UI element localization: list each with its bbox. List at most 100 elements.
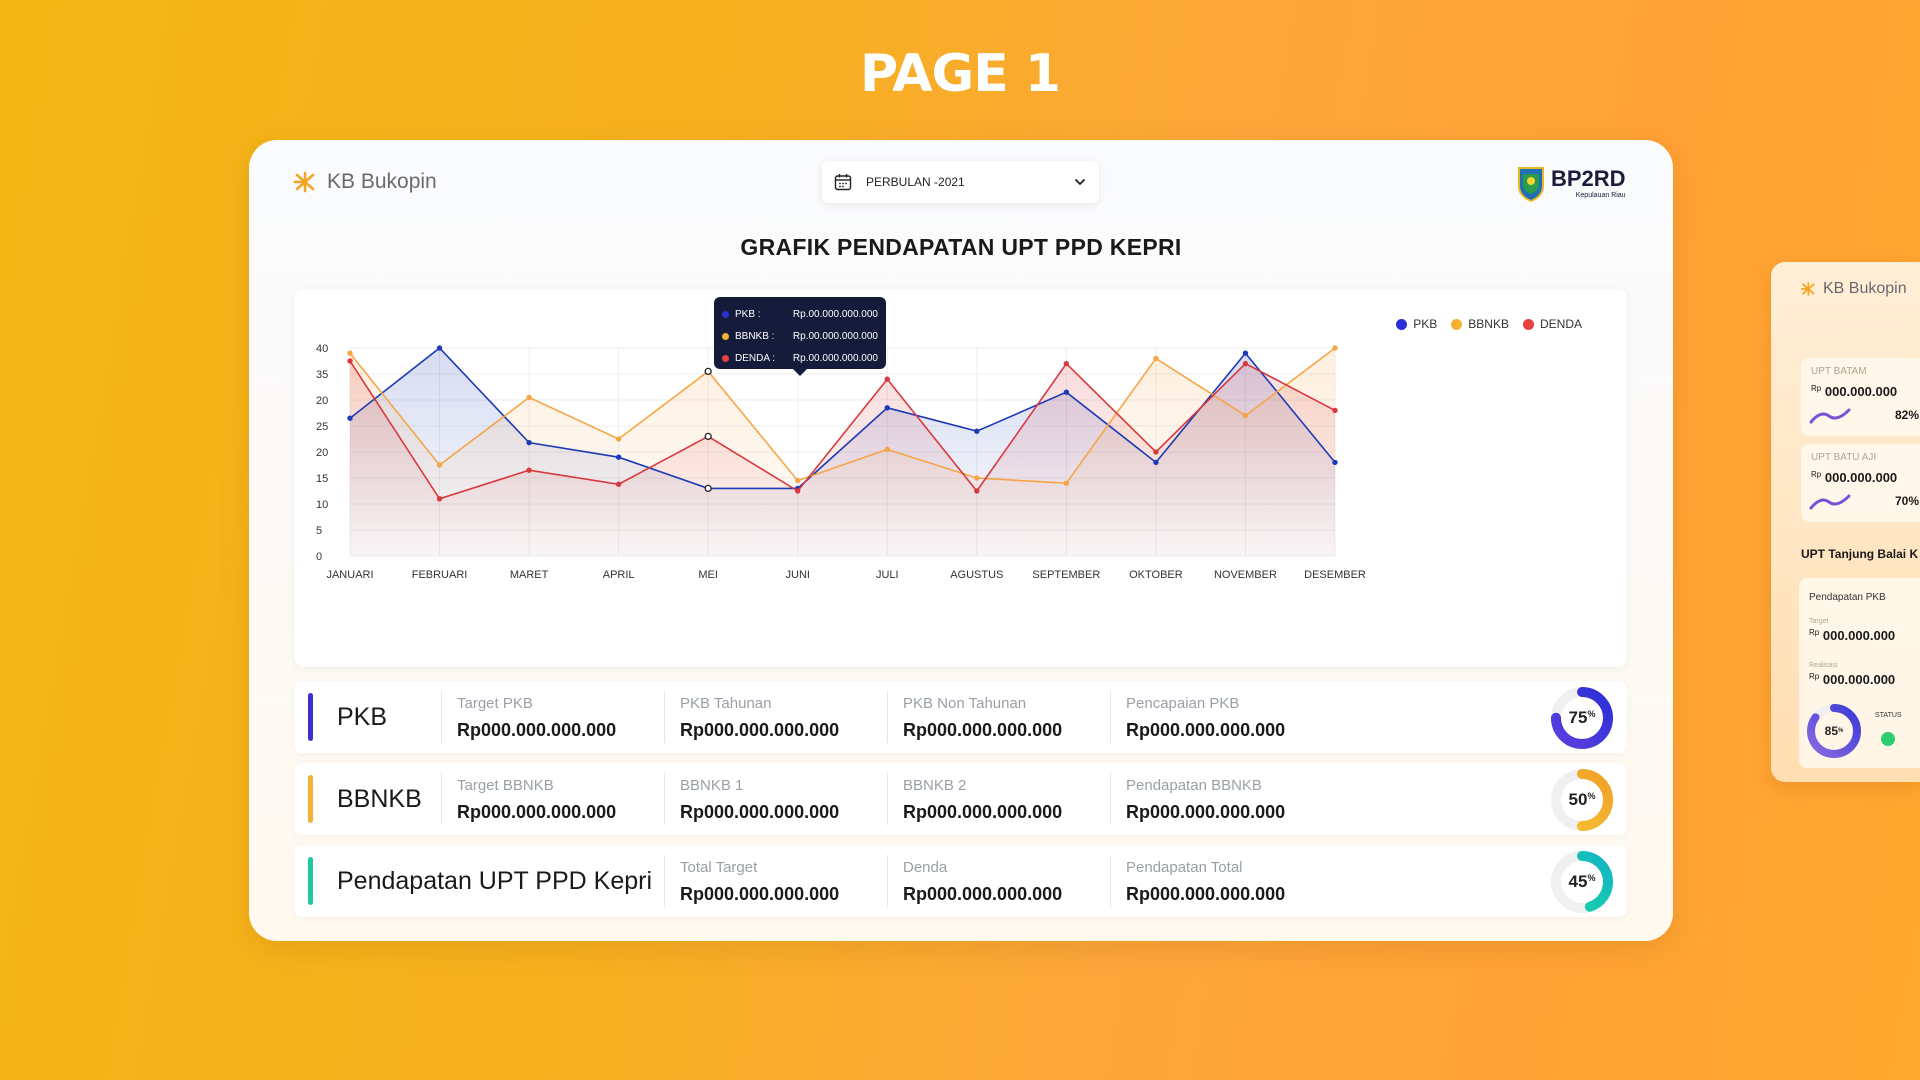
tooltip-value: Rp.00.000.000.000 [792, 352, 878, 364]
data-point-denda [347, 358, 353, 364]
revenue-line-chart: 40 35 20 25 20 15 10 5 0 JANUARI FEBRUARI MARET APRI… [316, 343, 1366, 581]
stat-label: BBNKB 2 [903, 777, 967, 794]
data-point-denda [1153, 449, 1159, 455]
stat-value: Rp000.000.000.000 [1126, 802, 1286, 822]
period-select[interactable]: PERBULAN -2021 [822, 161, 1099, 203]
period-value: PERBULAN -2021 [866, 175, 965, 189]
legend-item-denda[interactable]: DENDA [1522, 317, 1582, 331]
stat-row-1: BBNKB Target BBNKB Rp000.000.000.000 BBNKB … [294, 763, 1627, 835]
stat-label: PKB Non Tahunan [903, 695, 1027, 712]
shield-emblem-icon [1518, 167, 1544, 202]
stat-column: Target PKB Rp000.000.000.000 [441, 691, 691, 743]
stat-value: Rp000.000.000.000 [1126, 884, 1286, 904]
x-tick-label: AGUSTUS [950, 569, 1003, 581]
mini-card-batam[interactable]: UPT BATAM Rp 000.000.000 82% [1801, 358, 1920, 436]
stat-label: Pencapaian PKB [1126, 695, 1240, 712]
data-point-bbnkb [1063, 480, 1070, 486]
side-detail-box: Pendapatan PKB Target Rp 000.000.000 Rea… [1799, 578, 1920, 768]
chevron-down-icon [1075, 179, 1085, 186]
stat-column: PKB Tahunan Rp000.000.000.000 [664, 691, 914, 743]
data-point-bbnkb [436, 462, 443, 468]
stat-column: BBNKB 1 Rp000.000.000.000 [664, 773, 914, 825]
tooltip-label: BBNKB : [735, 330, 775, 342]
chart-title: GRAFIK PENDAPATAN UPT PPD KEPRI [740, 234, 1182, 260]
tooltip-dot [722, 310, 729, 318]
mini-amount: Rp 000.000.000 [1811, 384, 1898, 399]
side-section-title: UPT Tanjung Balai K [1801, 547, 1919, 561]
page-title: PAGE 1 [859, 44, 1061, 104]
legend-dot [1396, 318, 1408, 330]
stat-value: Rp000.000.000.000 [680, 884, 840, 904]
donut-percent: 75% [1568, 708, 1596, 727]
y-tick-label: 0 [316, 551, 322, 563]
stat-value: Rp000.000.000.000 [1126, 720, 1286, 740]
legend-dot [1451, 318, 1463, 330]
tooltip-value: Rp.00.000.000.000 [792, 330, 878, 342]
stat-value: Rp000.000.000.000 [680, 720, 840, 740]
legend-item-pkb[interactable]: PKB [1396, 317, 1437, 331]
dashboard-card: KB Bukopin PERBULAN -2021 BP2RD Kepulaua… [249, 140, 1673, 941]
stat-label: Target PKB [457, 695, 533, 712]
calendar-icon [834, 174, 852, 191]
mini-title: UPT BATAM [1811, 366, 1867, 377]
data-point-bbnkb [884, 446, 890, 453]
stat-label: Target BBNKB [457, 777, 554, 794]
data-point-denda [1332, 407, 1338, 414]
stat-row-2: Pendapatan UPT PPD Kepri Total Target Rp00… [294, 845, 1627, 917]
tooltip-dot [722, 332, 729, 340]
data-point-pkb [526, 439, 532, 446]
stat-column: Pendapatan Total Rp000.000.000.000 [1110, 855, 1360, 907]
stat-name: PKB [337, 702, 388, 731]
data-point-bbnkb [526, 394, 532, 401]
x-tick-label: FEBRUARI [412, 569, 468, 581]
legend-label: PKB [1413, 317, 1438, 331]
mini-amount: Rp 000.000.000 [1811, 470, 1898, 485]
legend-dot [1522, 318, 1534, 330]
data-point-denda [615, 481, 622, 487]
y-tick-label: 15 [316, 473, 328, 485]
stat-value: Rp000.000.000.000 [457, 720, 617, 740]
data-point-pkb [1242, 350, 1249, 356]
side-logo: KB Bukopin [1799, 280, 1907, 298]
data-point-pkb [436, 345, 443, 351]
stat-color-bar [308, 775, 313, 823]
side-logo-text: KB Bukopin [1823, 280, 1907, 297]
trend-line-icon [1809, 408, 1851, 424]
x-tick-label: JULI [876, 569, 899, 581]
data-point-denda [436, 496, 443, 502]
y-tick-label: 40 [316, 343, 328, 355]
data-point-denda [974, 488, 980, 494]
legend-item-bbnkb[interactable]: BBNKB [1451, 317, 1509, 331]
x-tick-label: JANUARI [326, 569, 373, 581]
bp2rd-subtitle: Kepulauan Riau [1575, 191, 1626, 199]
data-point-bbnkb [795, 477, 801, 484]
data-point-pkb [1063, 389, 1070, 395]
data-point-pkb [704, 484, 712, 493]
y-tick-label: 35 [316, 369, 328, 381]
box-heading: Pendapatan PKB [1809, 592, 1886, 603]
stat-color-bar [308, 857, 313, 905]
stat-column: Target BBNKB Rp000.000.000.000 [441, 773, 691, 825]
status-indicator [1881, 732, 1895, 746]
stat-value: Rp000.000.000.000 [680, 802, 840, 822]
tooltip-row: DENDA : Rp.00.000.000.000 [722, 347, 878, 369]
kb-logo-text: KB Bukopin [327, 170, 437, 193]
donut-percent: 45% [1568, 872, 1596, 891]
data-point-bbnkb [974, 475, 980, 481]
data-point-bbnkb [615, 436, 622, 442]
data-point-denda [1063, 360, 1070, 367]
stat-column: Pencapaian PKB Rp000.000.000.000 [1110, 691, 1360, 743]
legend-label: DENDA [1539, 317, 1582, 331]
donut-percent: 50% [1568, 790, 1596, 809]
stat-column: BBNKB 2 Rp000.000.000.000 [887, 773, 1137, 825]
mini-card-batu-aji[interactable]: UPT BATU AJI Rp 000.000.000 70% [1801, 444, 1920, 522]
tooltip-row: BBNKB : Rp.00.000.000.000 [722, 325, 878, 347]
kb-star-icon [293, 171, 315, 193]
y-tick-label: 25 [316, 421, 328, 433]
stat-color-bar [308, 693, 313, 741]
tooltip-dot [722, 354, 729, 362]
progress-donut: 45% [1551, 851, 1613, 913]
stat-column: Total Target Rp000.000.000.000 [664, 855, 914, 907]
stat-label: Denda [903, 859, 948, 876]
chart-panel: 40 35 20 25 20 15 10 5 0 JANUARI FEBRUARI MARET APRI… [294, 289, 1627, 667]
